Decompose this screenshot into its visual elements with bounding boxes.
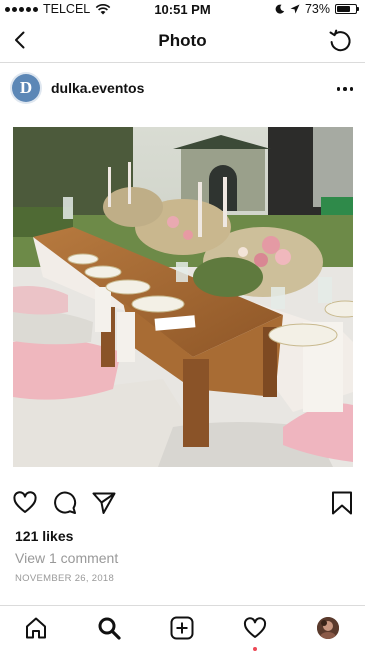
tab-bar [0,605,365,651]
page-title: Photo [158,31,207,50]
post-header: D dulka.eventos [0,63,365,115]
profile-avatar-image [317,617,339,639]
moon-icon [275,4,285,14]
battery-icon [335,4,359,14]
bookmark-icon[interactable] [329,490,355,516]
heart-icon[interactable] [12,490,38,516]
likes-count[interactable]: 121 likes [15,528,73,544]
home-icon [26,617,46,639]
avatar-letter: D [12,74,40,102]
search-icon [98,617,121,640]
username-link[interactable]: dulka.eventos [51,80,144,96]
avatar[interactable]: D [10,72,42,104]
notification-dot [253,647,257,651]
activity-heart-icon [243,617,267,638]
share-icon[interactable] [91,490,117,516]
tab-activity[interactable] [243,616,267,651]
comment-icon[interactable] [52,490,78,516]
refresh-icon[interactable] [327,28,353,54]
post-photo[interactable] [13,127,353,467]
tab-add-post[interactable] [170,616,194,640]
add-post-icon [170,616,194,640]
tab-search[interactable] [97,616,121,640]
tab-home[interactable] [24,616,48,640]
post-actions [0,490,365,520]
profile-avatar[interactable] [317,617,339,639]
nav-header: Photo [0,20,365,63]
status-bar: TELCEL 10:51 PM 73% [0,0,365,20]
view-comments-link[interactable]: View 1 comment [15,550,118,566]
more-horizontal-icon[interactable] [336,87,353,91]
location-arrow-icon [290,4,300,14]
event-table-photo [13,127,353,467]
status-right: 73% [275,2,359,16]
battery-percent: 73% [304,2,330,16]
post-date: NOVEMBER 26, 2018 [15,573,115,584]
